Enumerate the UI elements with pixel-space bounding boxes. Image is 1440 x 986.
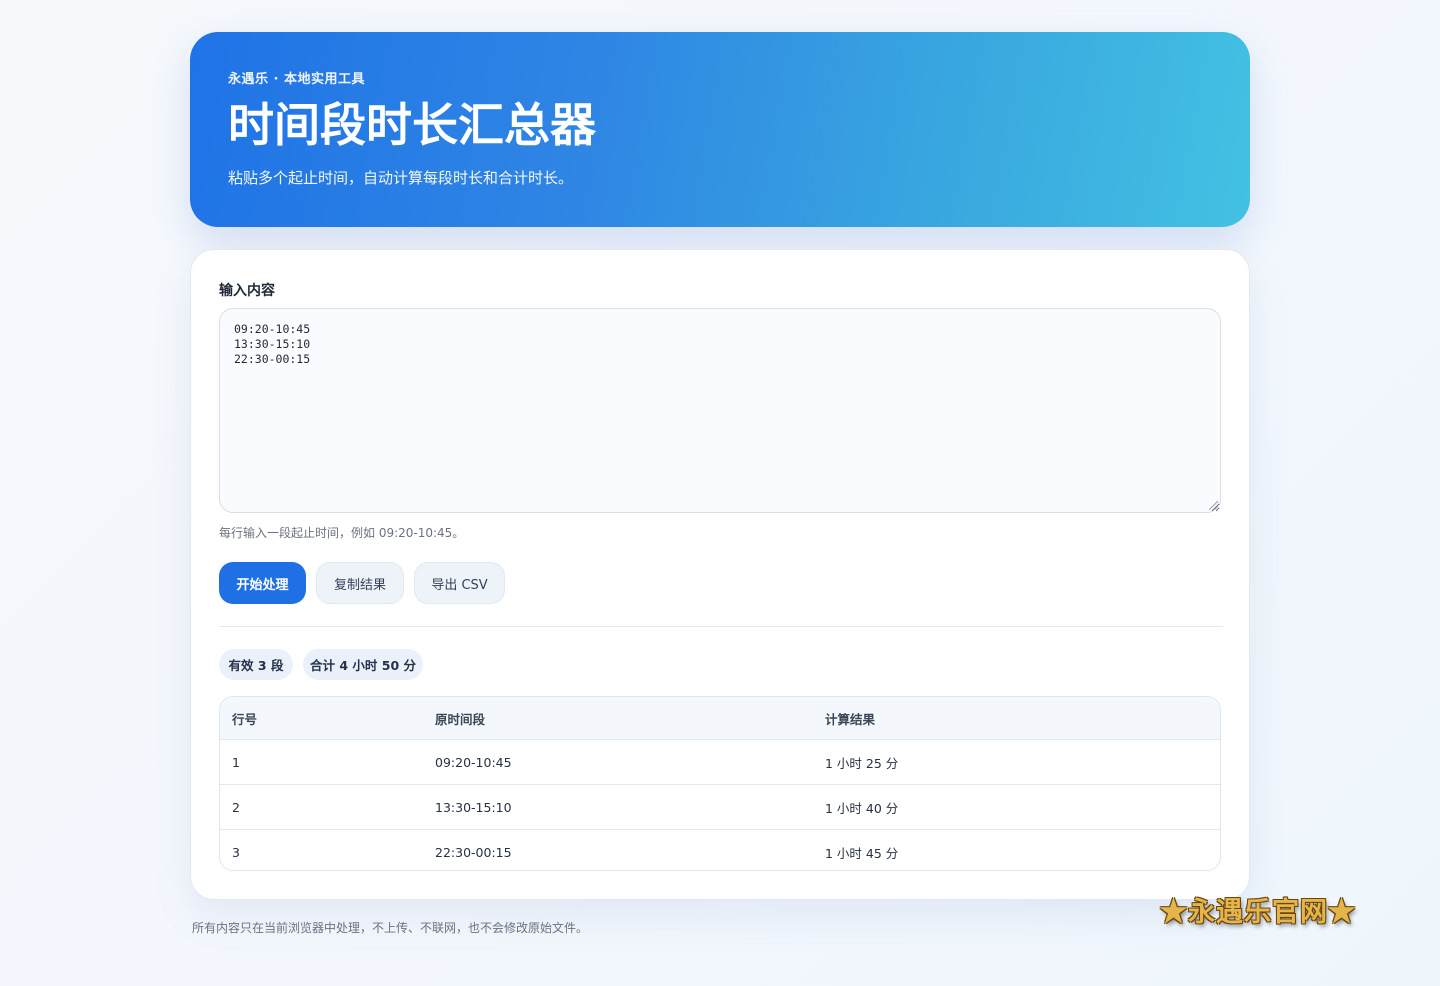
page-title: 时间段时长汇总器 bbox=[228, 98, 596, 152]
privacy-note: 所有内容只在当前浏览器中处理，不上传、不联网，也不会修改原始文件。 bbox=[192, 921, 589, 935]
valid-count-badge: 有效 3 段 bbox=[219, 649, 293, 680]
total-duration-badge: 合计 4 小时 50 分 bbox=[303, 649, 423, 680]
textarea-resize-handle[interactable] bbox=[1209, 501, 1218, 510]
original-range-cell: 22:30-00:15 bbox=[435, 844, 512, 860]
table-row: 2 13:30-15:10 1 小时 40 分 bbox=[220, 784, 1220, 829]
input-label: 输入内容 bbox=[219, 283, 275, 299]
result-cell: 1 小时 45 分 bbox=[825, 845, 899, 861]
original-range-cell: 13:30-15:10 bbox=[435, 799, 512, 815]
table-header-row: 行号 原时间段 计算结果 bbox=[220, 697, 1220, 739]
hero-kicker: 永遇乐 · 本地实用工具 bbox=[228, 72, 365, 87]
input-hint: 每行输入一段起止时间，例如 09:20-10:45。 bbox=[219, 526, 465, 540]
result-cell: 1 小时 25 分 bbox=[825, 755, 899, 771]
result-cell: 1 小时 40 分 bbox=[825, 800, 899, 816]
tool-panel: 输入内容 09:20-10:45 13:30-15:10 22:30-00:15… bbox=[190, 249, 1250, 900]
page-subtitle: 粘贴多个起止时间，自动计算每段时长和合计时长。 bbox=[228, 169, 574, 187]
section-divider bbox=[219, 626, 1223, 627]
column-header-line-number: 行号 bbox=[232, 711, 258, 727]
process-button[interactable]: 开始处理 bbox=[219, 562, 306, 604]
time-ranges-textarea[interactable]: 09:20-10:45 13:30-15:10 22:30-00:15 bbox=[219, 308, 1221, 513]
line-number-cell: 1 bbox=[232, 754, 240, 770]
table-row: 1 09:20-10:45 1 小时 25 分 bbox=[220, 739, 1220, 784]
copy-result-button[interactable]: 复制结果 bbox=[316, 562, 404, 604]
table-row: 3 22:30-00:15 1 小时 45 分 bbox=[220, 829, 1220, 870]
line-number-cell: 3 bbox=[232, 844, 240, 860]
column-header-result: 计算结果 bbox=[825, 711, 876, 727]
hero-banner: 永遇乐 · 本地实用工具 时间段时长汇总器 粘贴多个起止时间，自动计算每段时长和… bbox=[190, 32, 1250, 227]
site-watermark: ★永遇乐官网★ bbox=[1160, 897, 1356, 928]
original-range-cell: 09:20-10:45 bbox=[435, 754, 512, 770]
line-number-cell: 2 bbox=[232, 799, 240, 815]
export-csv-button[interactable]: 导出 CSV bbox=[414, 562, 505, 604]
results-table: 行号 原时间段 计算结果 1 09:20-10:45 1 小时 25 分 2 1… bbox=[219, 696, 1221, 871]
column-header-original-range: 原时间段 bbox=[435, 711, 486, 727]
